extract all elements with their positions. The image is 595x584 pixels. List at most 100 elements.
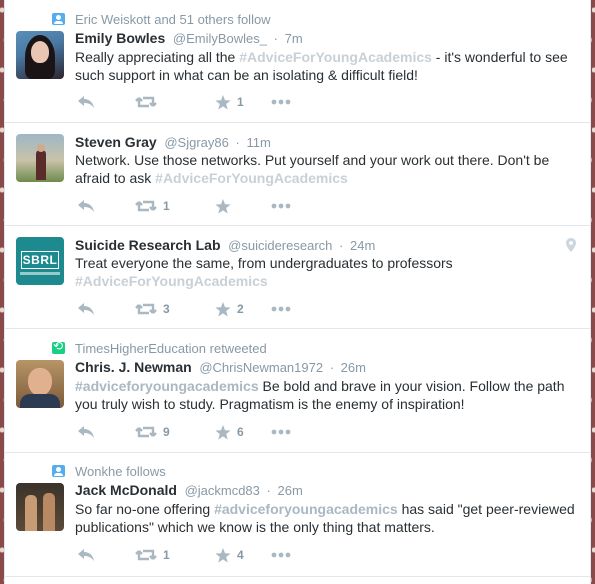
avatar[interactable] (16, 483, 64, 531)
star-icon (215, 94, 231, 109)
fullname[interactable]: Steven Gray (75, 134, 157, 150)
reply-button[interactable] (77, 92, 135, 112)
tweet-header: Suicide Research Lab @suicideresearch · … (75, 236, 375, 255)
reply-button[interactable] (77, 545, 135, 565)
retweet-button[interactable]: 1 (135, 545, 215, 565)
tweet-header: Jack McDonald @jackmcd83 · 26m (75, 481, 303, 500)
avatar-logo-text: SBRL (21, 251, 59, 269)
retweet-count: 9 (163, 425, 170, 439)
reply-button[interactable] (77, 299, 135, 319)
separator: · (273, 31, 278, 46)
tweet-header: Chris. J. Newman @ChrisNewman1972 · 26m (75, 358, 366, 377)
favorite-count: 1 (237, 95, 244, 109)
retweet-count: 1 (163, 548, 170, 562)
retweet-icon (135, 426, 157, 438)
retweet-icon (135, 200, 157, 212)
separator: · (329, 360, 335, 375)
context-text[interactable]: TimesHigherEducation retweeted (75, 341, 267, 356)
retweet-button[interactable]: 3 (135, 299, 215, 319)
more-icon (271, 552, 291, 558)
retweet-icon (52, 339, 65, 354)
fullname[interactable]: Jack McDonald (75, 482, 177, 498)
tweet-header: Emily Bowles @EmilyBowles_ · 7m (75, 29, 303, 48)
person-icon (52, 13, 65, 25)
tweet-actions: 9 6 (77, 422, 291, 442)
retweet-count: 3 (163, 302, 170, 316)
more-button[interactable] (271, 299, 291, 319)
separator: · (235, 135, 240, 150)
favorite-count: 2 (237, 302, 244, 316)
star-icon (215, 424, 231, 439)
username[interactable]: @suicideresearch (228, 238, 332, 253)
reply-icon (78, 303, 94, 315)
hashtag-link[interactable]: #AdviceForYoungAcademics (239, 49, 432, 65)
favorite-count: 6 (237, 425, 244, 439)
fullname[interactable]: Suicide Research Lab (75, 237, 221, 253)
timestamp[interactable]: 26m (341, 360, 366, 375)
tweet-actions: 1 (77, 196, 291, 216)
favorite-button[interactable]: 6 (215, 422, 271, 442)
more-button[interactable] (271, 196, 291, 216)
more-button[interactable] (271, 92, 291, 112)
context-text[interactable]: Wonkhe follows (75, 464, 166, 479)
star-icon (215, 198, 231, 213)
star-icon (215, 547, 231, 562)
favorite-button[interactable]: 2 (215, 299, 271, 319)
context-text[interactable]: Eric Weiskott and 51 others follow (75, 12, 271, 27)
reply-icon (78, 549, 94, 561)
tweet-text: So far no-one offering #adviceforyoungac… (75, 501, 575, 535)
tweet-1[interactable]: Eric Weiskott and 51 others follow Emily… (5, 0, 590, 123)
retweet-icon (135, 96, 157, 108)
tweet-text: #adviceforyoungacademics Be bold and bra… (75, 378, 565, 412)
location-pin-icon[interactable] (566, 238, 576, 252)
favorite-button[interactable]: 1 (215, 92, 271, 112)
hashtag-link[interactable]: #adviceforyoungacademics (75, 378, 259, 394)
retweet-button[interactable]: 9 (135, 422, 215, 442)
tweet-text: Treat everyone the same, from undergradu… (75, 255, 453, 289)
timestamp[interactable]: 26m (278, 483, 303, 498)
tweet-5[interactable]: Wonkhe follows Jack McDonald @jackmcd83 … (5, 453, 590, 577)
tweet-2[interactable]: Steven Gray @Sjgray86 · 11m Network. Use… (5, 123, 590, 226)
retweet-icon (135, 549, 157, 561)
timestamp[interactable]: 7m (285, 31, 303, 46)
avatar[interactable] (16, 134, 64, 182)
more-icon (271, 429, 291, 435)
separator: · (266, 483, 271, 498)
username[interactable]: @Sjgray86 (164, 135, 229, 150)
tweet-3[interactable]: SBRL Suicide Research Lab @suicideresear… (5, 226, 590, 329)
favorite-button[interactable] (215, 196, 271, 216)
tweet-context: Eric Weiskott and 51 others follow (52, 11, 271, 27)
retweet-button[interactable] (135, 92, 215, 112)
more-icon (271, 99, 291, 105)
tweet-text: Really appreciating all the #AdviceForYo… (75, 49, 568, 83)
more-icon (271, 306, 291, 312)
retweet-button[interactable]: 1 (135, 196, 215, 216)
tweet-context: TimesHigherEducation retweeted (52, 339, 267, 356)
username[interactable]: @EmilyBowles_ (173, 31, 267, 46)
username[interactable]: @jackmcd83 (185, 483, 260, 498)
fullname[interactable]: Chris. J. Newman (75, 359, 192, 375)
more-button[interactable] (271, 422, 291, 442)
avatar[interactable]: SBRL (16, 237, 64, 285)
avatar[interactable] (16, 31, 64, 79)
timestamp[interactable]: 24m (350, 238, 375, 253)
avatar[interactable] (16, 360, 64, 408)
reply-button[interactable] (77, 422, 135, 442)
tweet-context: Wonkhe follows (52, 463, 166, 479)
tweet-actions: 3 2 (77, 299, 291, 319)
reply-button[interactable] (77, 196, 135, 216)
more-button[interactable] (271, 545, 291, 565)
tweet-actions: 1 4 (77, 545, 291, 565)
hashtag-link[interactable]: #AdviceForYoungAcademics (155, 170, 348, 186)
more-icon (271, 203, 291, 209)
hashtag-link[interactable]: #adviceforyoungacademics (214, 501, 398, 517)
fullname[interactable]: Emily Bowles (75, 30, 165, 46)
favorite-button[interactable]: 4 (215, 545, 271, 565)
tweet-header: Steven Gray @Sjgray86 · 11m (75, 133, 271, 152)
hashtag-link[interactable]: #AdviceForYoungAcademics (75, 273, 268, 289)
reply-icon (78, 200, 94, 212)
timestamp[interactable]: 11m (246, 135, 270, 150)
username[interactable]: @ChrisNewman1972 (199, 360, 323, 375)
tweet-4[interactable]: TimesHigherEducation retweeted Chris. J.… (5, 329, 590, 453)
star-icon (215, 301, 231, 316)
